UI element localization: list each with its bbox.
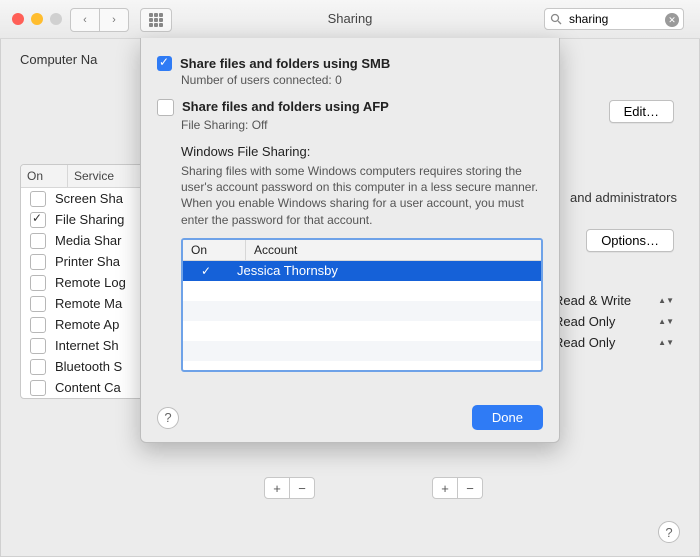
service-checkbox[interactable] — [30, 317, 46, 333]
permission-label: Read Only — [554, 335, 615, 350]
accounts-header: On Account — [183, 240, 541, 261]
col-account: Account — [246, 240, 541, 260]
services-table: On Service Screen Sha File Sharing Media S… — [20, 164, 152, 399]
service-label: Screen Sha — [55, 191, 151, 206]
col-service: Service — [68, 165, 151, 187]
help-button[interactable]: ? — [157, 407, 179, 429]
col-on: On — [21, 165, 68, 187]
remove-button[interactable]: − — [290, 477, 315, 499]
service-checkbox[interactable] — [30, 254, 46, 270]
permission-row[interactable]: Read Only ▲▼ — [554, 332, 674, 353]
service-label: Media Shar — [55, 233, 151, 248]
permission-row[interactable]: Read Only ▲▼ — [554, 311, 674, 332]
options-button[interactable]: Options… — [586, 229, 674, 252]
accounts-table: On Account ✓ Jessica Thornsby — [181, 238, 543, 372]
empty-row — [183, 281, 541, 301]
add-button[interactable]: + — [432, 477, 458, 499]
service-row[interactable]: Remote Ap — [21, 314, 151, 335]
sheet-footer: ? Done — [157, 405, 543, 430]
stepper-icon[interactable]: ▲▼ — [658, 340, 674, 345]
service-checkbox[interactable] — [30, 338, 46, 354]
service-row[interactable]: Internet Sh — [21, 335, 151, 356]
afp-label: Share files and folders using AFP — [182, 99, 389, 114]
service-checkbox[interactable] — [30, 359, 46, 375]
search-icon — [550, 13, 562, 28]
service-checkbox[interactable] — [30, 212, 46, 228]
service-row[interactable]: Media Shar — [21, 230, 151, 251]
service-checkbox[interactable] — [30, 233, 46, 249]
wfs-description: Sharing files with some Windows computer… — [181, 163, 543, 228]
users-addremove: + − — [432, 477, 483, 499]
afp-checkbox[interactable] — [157, 99, 174, 116]
stepper-icon[interactable]: ▲▼ — [658, 319, 674, 324]
add-button[interactable]: + — [264, 477, 290, 499]
service-row[interactable]: Remote Log — [21, 272, 151, 293]
empty-row — [183, 301, 541, 321]
service-label: Bluetooth S — [55, 359, 151, 374]
clear-search-icon[interactable]: ✕ — [665, 13, 679, 27]
service-checkbox[interactable] — [30, 380, 46, 396]
service-row[interactable]: Screen Sha — [21, 188, 151, 209]
col-on: On — [183, 240, 246, 260]
service-label: Content Ca — [55, 380, 151, 395]
account-name: Jessica Thornsby — [229, 263, 541, 278]
remove-button[interactable]: − — [458, 477, 483, 499]
permission-label: Read & Write — [554, 293, 631, 308]
empty-row — [183, 341, 541, 361]
permission-row[interactable]: Read & Write ▲▼ — [554, 290, 674, 311]
smb-subtitle: Number of users connected: 0 — [181, 73, 543, 87]
preferences-window: ‹ › Sharing ✕ Computer Na Edit… and admi… — [0, 0, 700, 557]
account-row[interactable]: ✓ Jessica Thornsby — [183, 261, 541, 281]
smb-label: Share files and folders using SMB — [180, 56, 390, 71]
empty-row — [183, 321, 541, 341]
wfs-heading: Windows File Sharing: — [181, 144, 543, 159]
done-button[interactable]: Done — [472, 405, 543, 430]
permissions-list: Read & Write ▲▼ Read Only ▲▼ Read Only ▲▼ — [554, 290, 674, 353]
options-sheet: Share files and folders using SMB Number… — [140, 38, 560, 443]
service-label: Remote Log — [55, 275, 151, 290]
service-label: File Sharing — [55, 212, 151, 227]
service-row[interactable]: Printer Sha — [21, 251, 151, 272]
help-button[interactable]: ? — [658, 521, 680, 543]
edit-button[interactable]: Edit… — [609, 100, 674, 123]
stepper-icon[interactable]: ▲▼ — [658, 298, 674, 303]
service-checkbox[interactable] — [30, 191, 46, 207]
afp-subtitle: File Sharing: Off — [181, 118, 543, 132]
shared-folders-addremove: + − — [264, 477, 315, 499]
service-row[interactable]: Content Ca — [21, 377, 151, 398]
titlebar: ‹ › Sharing ✕ — [0, 0, 700, 39]
service-label: Internet Sh — [55, 338, 151, 353]
service-checkbox[interactable] — [30, 296, 46, 312]
service-row[interactable]: Remote Ma — [21, 293, 151, 314]
permission-label: Read Only — [554, 314, 615, 329]
service-row[interactable]: Bluetooth S — [21, 356, 151, 377]
service-label: Remote Ma — [55, 296, 151, 311]
afp-option[interactable]: Share files and folders using AFP — [157, 99, 543, 116]
search-input[interactable] — [567, 11, 665, 27]
admins-text: and administrators — [570, 190, 677, 205]
service-label: Remote Ap — [55, 317, 151, 332]
services-header: On Service — [21, 165, 151, 188]
smb-checkbox[interactable] — [157, 56, 172, 71]
service-row[interactable]: File Sharing — [21, 209, 151, 230]
service-checkbox[interactable] — [30, 275, 46, 291]
smb-option[interactable]: Share files and folders using SMB — [157, 56, 543, 71]
service-label: Printer Sha — [55, 254, 151, 269]
search-field[interactable]: ✕ — [544, 8, 684, 30]
check-icon: ✓ — [201, 264, 211, 278]
